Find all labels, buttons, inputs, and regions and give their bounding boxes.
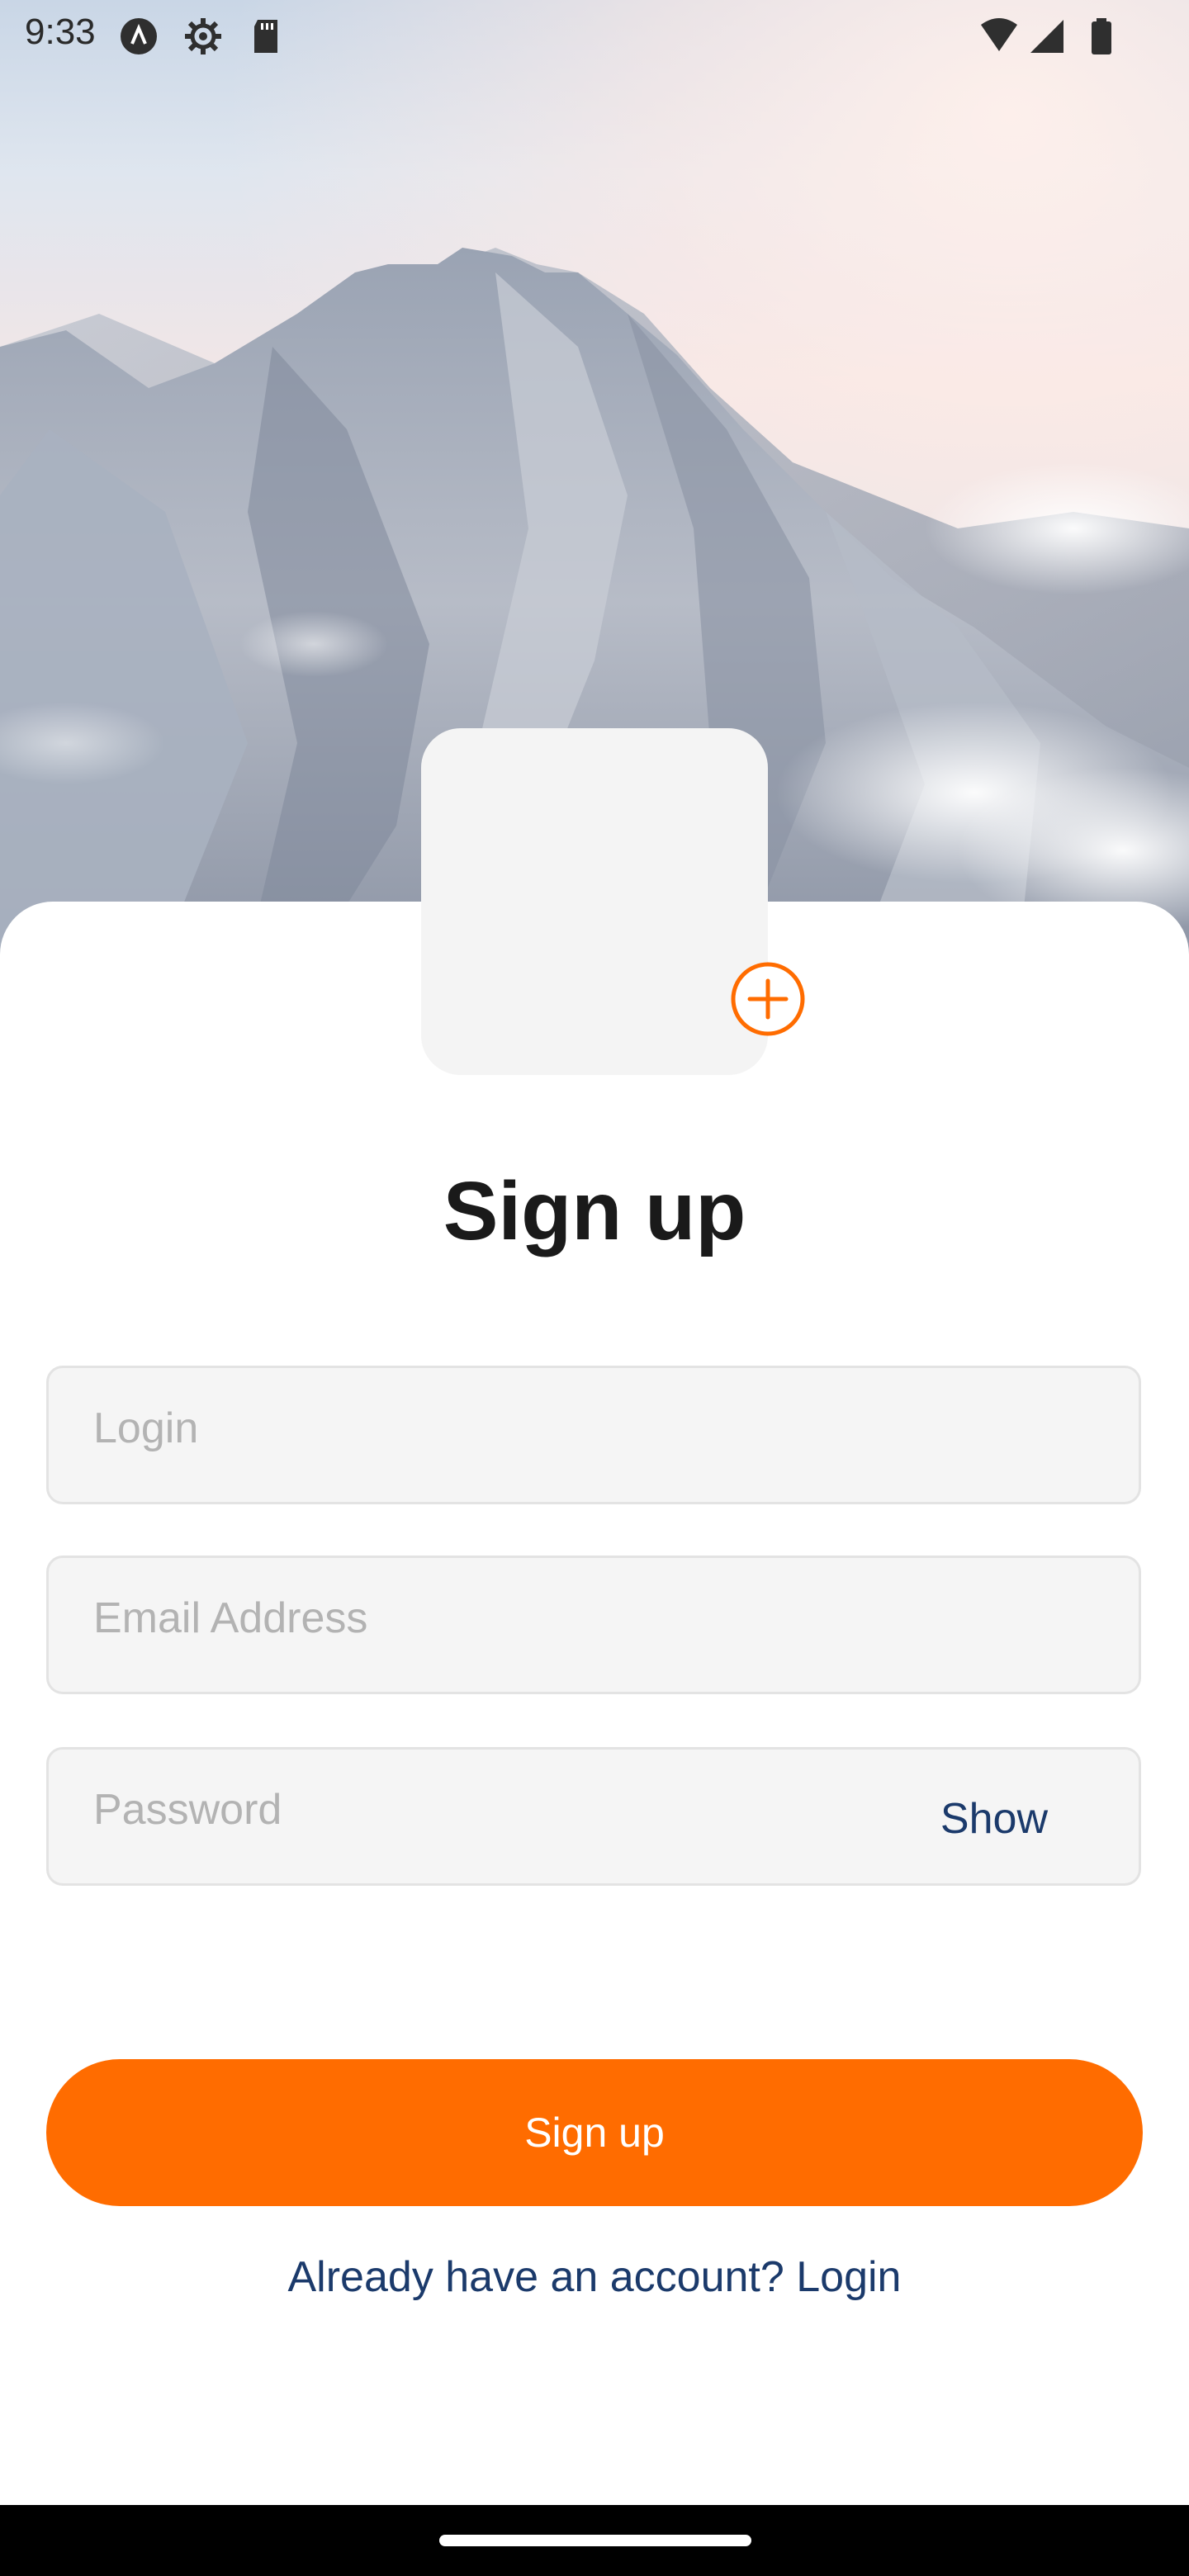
status-time: 9:33 — [25, 12, 96, 52]
signup-button[interactable]: Sign up — [46, 2059, 1143, 2206]
sd-card-icon — [254, 20, 277, 53]
password-input[interactable] — [93, 1743, 836, 1877]
home-gesture-handle[interactable] — [439, 2535, 751, 2546]
battery-icon — [1092, 18, 1111, 54]
show-password-button[interactable]: Show — [940, 1794, 1048, 1844]
wifi-icon — [981, 18, 1017, 51]
login-input[interactable] — [93, 1361, 919, 1495]
status-bar: 9:33 — [0, 0, 1189, 73]
avatar-placeholder[interactable] — [421, 728, 768, 1075]
page-title: Sign up — [443, 1165, 746, 1257]
signup-screen: 9:33 Sign up Login Email Address Show Si… — [0, 0, 1189, 2576]
a-icon — [121, 18, 157, 54]
email-input[interactable] — [93, 1551, 919, 1685]
settings-gear-icon — [185, 18, 221, 54]
password-field[interactable]: Show — [46, 1743, 1141, 1886]
login-link[interactable]: Already have an account? Login — [0, 2252, 1189, 2302]
cell-signal-icon — [1030, 20, 1063, 53]
navigation-bar — [0, 2505, 1189, 2576]
plus-circle-icon[interactable] — [730, 961, 806, 1037]
email-field[interactable] — [46, 1551, 1141, 1694]
login-field[interactable] — [46, 1361, 1141, 1504]
